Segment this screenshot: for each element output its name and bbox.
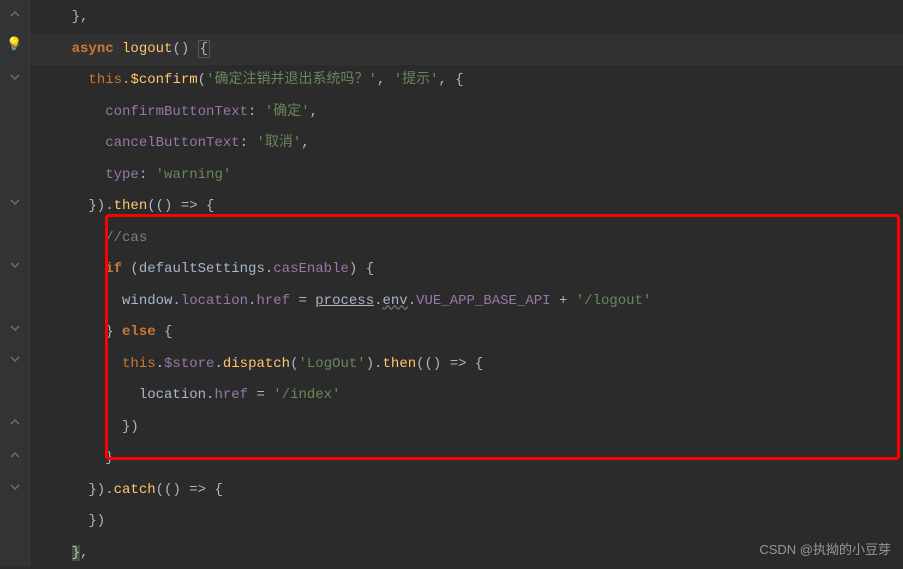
gutter: 💡 xyxy=(0,0,30,566)
code-line: confirmButtonText: '确定', xyxy=(30,97,903,129)
code-content[interactable]: }, async logout() { this.$confirm('确定注销并… xyxy=(30,0,903,566)
code-line: }) xyxy=(30,412,903,444)
fold-icon[interactable] xyxy=(8,448,22,462)
code-line: if (defaultSettings.casEnable) { xyxy=(30,254,903,286)
code-line: cancelButtonText: '取消', xyxy=(30,128,903,160)
code-line: }).then(() => { xyxy=(30,191,903,223)
code-line: }, xyxy=(30,2,903,34)
fold-icon[interactable] xyxy=(8,258,22,272)
code-editor: 💡 }, async logout() { xyxy=(0,0,903,566)
fold-icon[interactable] xyxy=(8,480,22,494)
fold-icon[interactable] xyxy=(8,195,22,209)
fold-icon[interactable] xyxy=(8,70,22,84)
code-line: //cas xyxy=(30,223,903,255)
code-line: async logout() { xyxy=(30,34,903,66)
code-line: window.location.href = process.env.VUE_A… xyxy=(30,286,903,318)
fold-icon[interactable] xyxy=(8,39,22,53)
fold-icon[interactable] xyxy=(8,415,22,429)
code-line: this.$confirm('确定注销并退出系统吗？', '提示', { xyxy=(30,65,903,97)
watermark: CSDN @执拗的小豆芽 xyxy=(759,539,891,558)
fold-icon[interactable] xyxy=(8,321,22,335)
code-line: this.$store.dispatch('LogOut').then(() =… xyxy=(30,349,903,381)
code-line: }).catch(() => { xyxy=(30,475,903,507)
code-line: } else { xyxy=(30,317,903,349)
fold-icon[interactable] xyxy=(8,352,22,366)
code-line: type: 'warning' xyxy=(30,160,903,192)
code-line: } xyxy=(30,443,903,475)
code-line: location.href = '/index' xyxy=(30,380,903,412)
fold-icon[interactable] xyxy=(8,7,22,21)
code-line: }) xyxy=(30,506,903,538)
